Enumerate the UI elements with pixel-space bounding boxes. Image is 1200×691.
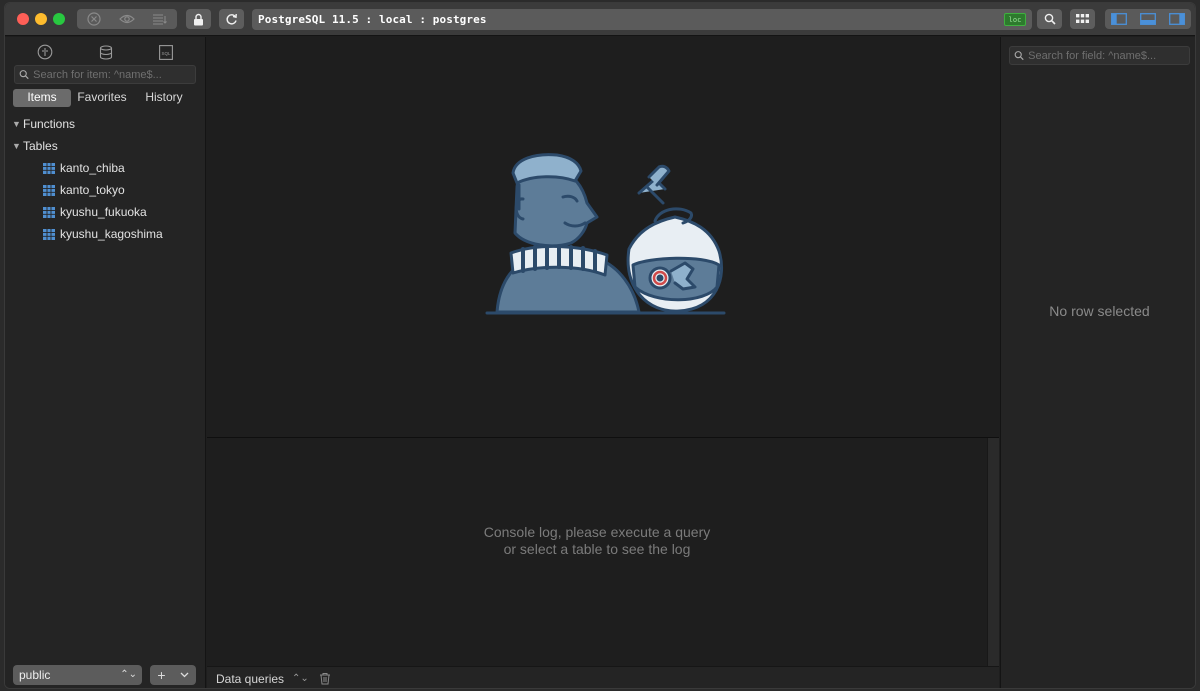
clear-log-button[interactable]: [319, 672, 331, 685]
console-empty-line-1: Console log, please execute a query: [483, 524, 711, 540]
connection-bar[interactable]: PostgreSQL 11.5 : local : postgres loc: [252, 9, 1032, 30]
lock-icon: [194, 13, 203, 25]
layout-toggle-group: [1105, 9, 1191, 29]
toggle-right-panel-button[interactable]: [1162, 9, 1191, 29]
search-icon: [19, 70, 29, 80]
console-scrollbar[interactable]: [987, 438, 999, 666]
item-tree: ▼ Functions ▼ Tables kanto_chiba kanto_t…: [5, 113, 206, 245]
tab-favorites[interactable]: Favorites: [71, 89, 133, 107]
main-content: Console log, please execute a query or s…: [207, 37, 999, 688]
elephant-goldfish-illustration: [485, 153, 726, 315]
field-search-field[interactable]: [1009, 46, 1190, 65]
item-search-field[interactable]: [14, 65, 196, 84]
add-item-menu-button[interactable]: [173, 665, 196, 685]
tree-section-label: Tables: [23, 139, 58, 153]
sidebar-left-icon: [1111, 13, 1128, 25]
search-icon: [1014, 51, 1024, 61]
sql-mode-button[interactable]: SQL: [156, 43, 176, 61]
tree-section-label: Functions: [23, 117, 76, 131]
console-bottom-bar: Data queries ⌃⌄: [207, 666, 999, 688]
table-item-label: kyushu_fukuoka: [60, 205, 147, 219]
tree-section-functions[interactable]: ▼ Functions: [5, 113, 206, 135]
x-circle-icon: [86, 12, 101, 26]
table-item-kanto-chiba[interactable]: kanto_chiba: [5, 157, 206, 179]
schema-select[interactable]: public ⌃⌄: [13, 665, 142, 685]
search-icon: [1044, 13, 1056, 25]
field-search-input[interactable]: [1028, 49, 1189, 62]
refresh-icon: [226, 13, 237, 24]
tab-items[interactable]: Items: [13, 89, 71, 107]
query-toolbar-group: [77, 9, 177, 29]
toggle-bottom-panel-button[interactable]: [1134, 9, 1163, 29]
database-mode-button[interactable]: [96, 43, 116, 61]
zoom-window-button[interactable]: [53, 13, 65, 25]
updown-chevron-icon: ⌃⌄: [120, 669, 137, 680]
grid-button[interactable]: [1070, 9, 1095, 29]
no-row-selected-message: No row selected: [1049, 303, 1150, 319]
stop-query-button[interactable]: [77, 9, 110, 29]
toggle-left-panel-button[interactable]: [1105, 9, 1134, 29]
close-window-button[interactable]: [17, 13, 29, 25]
console-log-panel: Console log, please execute a query or s…: [207, 438, 999, 666]
eye-icon: [118, 14, 135, 24]
preview-button[interactable]: [110, 9, 143, 29]
sql-icon: SQL: [159, 44, 173, 60]
environment-badge: loc: [1004, 13, 1026, 26]
tree-section-tables[interactable]: ▼ Tables: [5, 135, 206, 157]
refresh-button[interactable]: [219, 9, 244, 29]
connection-mode-button[interactable]: [35, 43, 55, 61]
log-filter-select[interactable]: Data queries: [216, 672, 284, 686]
sidebar: SQL Items Favorites History ▼ Functions …: [5, 37, 206, 688]
disclosure-triangle-icon[interactable]: ▼: [12, 141, 21, 151]
add-item-button[interactable]: +: [150, 665, 173, 685]
table-item-kanto-tokyo[interactable]: kanto_tokyo: [5, 179, 206, 201]
item-search-input[interactable]: [33, 68, 195, 81]
table-icon: [43, 228, 55, 240]
table-icon: [43, 206, 55, 218]
lines-button[interactable]: [143, 9, 176, 29]
database-icon: [99, 44, 113, 60]
plug-icon: [37, 44, 53, 60]
svg-text:SQL: SQL: [161, 51, 171, 56]
minimize-window-button[interactable]: [35, 13, 47, 25]
console-empty-line-2: or select a table to see the log: [503, 541, 691, 557]
chevron-down-icon: [180, 672, 189, 678]
table-icon: [43, 184, 55, 196]
row-detail-panel: No row selected: [1000, 37, 1195, 688]
sidebar-right-icon: [1168, 13, 1185, 25]
tab-history[interactable]: History: [133, 89, 195, 107]
table-item-label: kanto_chiba: [60, 161, 125, 175]
console-empty-message: Console log, please execute a query or s…: [207, 524, 987, 558]
panel-bottom-icon: [1140, 13, 1156, 25]
connection-label: PostgreSQL 11.5 : local : postgres: [258, 13, 487, 26]
sidebar-tabs: Items Favorites History: [13, 89, 195, 107]
list-icon: [152, 14, 167, 25]
titlebar: PostgreSQL 11.5 : local : postgres loc: [5, 3, 1195, 36]
add-item-control: +: [150, 665, 196, 685]
table-item-label: kanto_tokyo: [60, 183, 125, 197]
sidebar-mode-icons: SQL: [5, 43, 206, 63]
lock-button[interactable]: [186, 9, 211, 29]
schema-select-value: public: [19, 668, 51, 682]
search-button[interactable]: [1037, 9, 1062, 29]
trash-icon: [319, 673, 330, 685]
table-item-label: kyushu_kagoshima: [60, 227, 163, 241]
updown-chevron-icon[interactable]: ⌃⌄: [292, 673, 309, 684]
table-icon: [43, 162, 55, 174]
disclosure-triangle-icon[interactable]: ▼: [12, 119, 21, 129]
app-window: PostgreSQL 11.5 : local : postgres loc S…: [4, 2, 1196, 689]
table-item-kyushu-kagoshima[interactable]: kyushu_kagoshima: [5, 223, 206, 245]
table-item-kyushu-fukuoka[interactable]: kyushu_fukuoka: [5, 201, 206, 223]
grid-icon: [1076, 14, 1089, 23]
